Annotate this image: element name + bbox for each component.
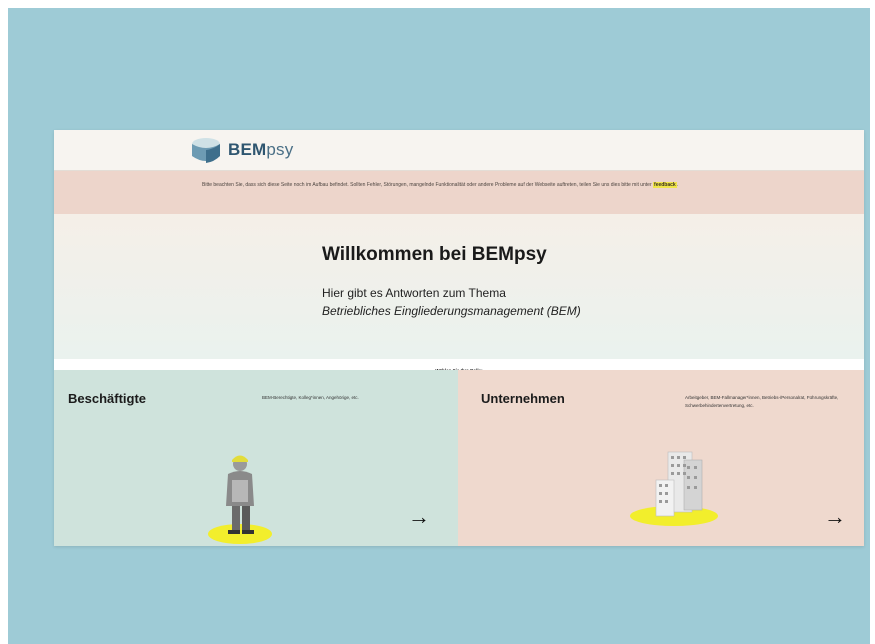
card-title: Unternehmen: [481, 391, 565, 406]
notice-text: Bitte beachten Sie, dass sich diese Seit…: [202, 182, 679, 188]
role-card-companies[interactable]: Unternehmen Arbeitgeber, BEM-Fallmanager…: [458, 370, 864, 546]
page-title: Willkommen bei BEMpsy: [322, 244, 547, 265]
feedback-link[interactable]: feedback: [653, 182, 677, 188]
card-description: Arbeitgeber, BEM-Fallmanager*innen, Betr…: [685, 395, 839, 408]
webpage: BEMpsy Bitte beachten Sie, dass sich die…: [54, 130, 864, 546]
office-buildings-illustration-icon: [630, 451, 718, 526]
card-title: Beschäftigte: [68, 391, 147, 406]
worker-illustration-icon: [208, 455, 272, 544]
slide-background: BEMpsy Bitte beachten Sie, dass sich die…: [8, 8, 870, 644]
card-description: BEM-Berechtigte, Kolleg*innen, Angehörig…: [262, 395, 359, 400]
arrow-right-icon[interactable]: →: [824, 506, 846, 528]
logo-cube-icon: [192, 138, 220, 163]
site-logo[interactable]: BEMpsy: [190, 136, 293, 164]
hero-subtitle-italic: Betriebliches Eingliederungsmanagement (…: [322, 304, 581, 318]
role-card-employees[interactable]: Beschäftigte BEM-Berechtigte, Kolleg*inn…: [54, 370, 458, 546]
hero-subtitle: Hier gibt es Antworten zum Thema Betrieb…: [322, 286, 581, 318]
welcome-hero: Willkommen bei BEMpsy Hier gibt es Antwo…: [54, 214, 864, 359]
arrow-right-icon[interactable]: →: [408, 506, 430, 528]
construction-notice: Bitte beachten Sie, dass sich diese Seit…: [54, 171, 864, 214]
logo-text: BEMpsy: [228, 140, 294, 159]
site-header: BEMpsy: [54, 130, 864, 171]
role-prompt-bar: Wählen Sie Ihre Rolle:: [54, 359, 864, 373]
